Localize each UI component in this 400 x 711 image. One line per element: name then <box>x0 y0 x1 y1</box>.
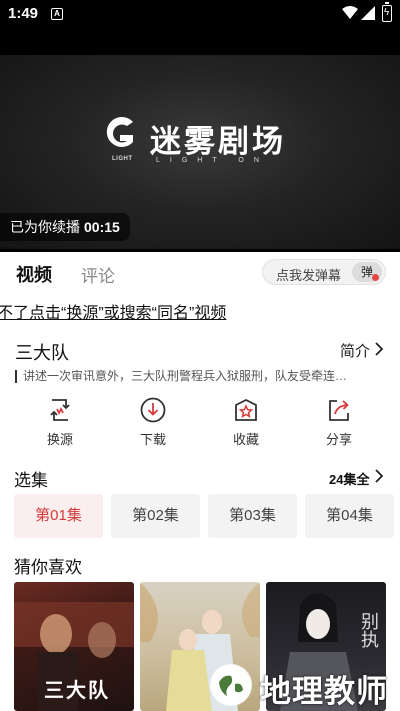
intro-button[interactable]: 简介 <box>340 340 370 361</box>
switch-source-icon <box>50 399 70 421</box>
watermark-logo-icon <box>210 664 252 706</box>
recommend-poster[interactable]: 三大队 <box>14 582 134 711</box>
download-button[interactable]: 下载 <box>123 397 183 453</box>
download-icon <box>140 397 166 423</box>
resume-toast: 已为你续播 00:15 <box>0 213 130 241</box>
share-button[interactable]: 分享 <box>309 397 369 453</box>
chevron-right-icon[interactable] <box>374 342 384 356</box>
switch-source-notice-link[interactable]: 不了点击“换源”或搜索“同名”视频 <box>0 299 226 323</box>
episode-item[interactable]: 第04集 <box>305 494 394 538</box>
video-player[interactable]: LIGHT 迷雾剧场 LIGHT ON 已为你续播 00:15 <box>0 28 400 252</box>
download-label: 下载 <box>139 432 166 447</box>
logo-title: 迷雾剧场 <box>150 124 286 159</box>
tab-comment[interactable]: 评论 <box>81 262 115 287</box>
switch-source-label: 换源 <box>46 432 73 447</box>
favorite-button[interactable]: 收藏 <box>216 397 276 453</box>
status-time: 1:49 <box>8 5 39 22</box>
share-label: 分享 <box>325 432 352 447</box>
episodes-title: 选集 <box>14 471 48 490</box>
theater-logo: LIGHT 迷雾剧场 LIGHT ON <box>100 112 305 172</box>
status-bar: 1:49 A <box>0 0 400 28</box>
resume-time: 00:15 <box>84 219 120 235</box>
watermark-text: 地理教师 <box>260 674 388 709</box>
favorite-icon <box>235 398 257 421</box>
show-description-text: 讲述一次审讯意外，三大队刑警程兵入狱服刑，队友受牵连… <box>15 370 347 383</box>
danmaku-toggle-button[interactable]: 弹 <box>352 262 382 282</box>
danmaku-placeholder: 点我发弹幕 <box>276 268 342 283</box>
switch-source-button[interactable]: 换源 <box>30 397 90 453</box>
tab-bar: 视频 评论 点我发弹幕 弹 <box>0 252 400 292</box>
video-frame[interactable]: LIGHT 迷雾剧场 LIGHT ON 已为你续播 00:15 <box>0 55 400 249</box>
favorite-label: 收藏 <box>232 432 259 447</box>
chevron-right-icon[interactable] <box>374 469 384 483</box>
logo-subtitle: LIGHT ON <box>156 157 269 164</box>
show-description: 讲述一次审讯意外，三大队刑警程兵入狱服刑，队友受牵连… <box>15 369 385 383</box>
danmaku-status-dot <box>372 274 379 281</box>
light-on-logo-icon <box>106 117 133 147</box>
poster-title: 三大队 <box>44 680 110 702</box>
watermark: 地理教师 <box>210 660 400 709</box>
notification-icon: A <box>51 8 63 20</box>
share-icon <box>329 400 349 421</box>
episode-item[interactable]: 第02集 <box>111 494 200 538</box>
logo-mark-text: LIGHT <box>112 156 133 162</box>
danmaku-input[interactable]: 点我发弹幕 弹 <box>262 259 386 285</box>
poster-title: 别执 <box>359 612 379 648</box>
signal-icon <box>361 6 375 20</box>
tab-video[interactable]: 视频 <box>16 261 52 287</box>
all-episodes-button[interactable]: 24集全 <box>329 469 369 488</box>
wifi-icon <box>342 6 358 19</box>
episode-item[interactable]: 第03集 <box>208 494 297 538</box>
battery-icon <box>382 2 392 22</box>
recommend-title: 猜你喜欢 <box>14 558 82 577</box>
show-title: 三大队 <box>15 343 69 363</box>
resume-label: 已为你续播 <box>10 219 80 235</box>
episode-item[interactable]: 第01集 <box>14 494 103 538</box>
